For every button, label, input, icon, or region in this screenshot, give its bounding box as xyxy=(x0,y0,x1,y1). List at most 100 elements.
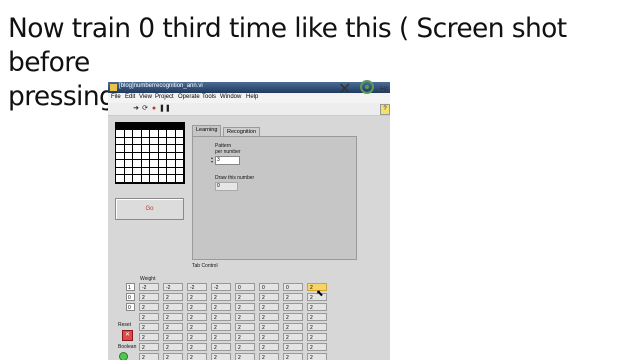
weight-row: 2 2 2 2 2 2 2 2 xyxy=(139,353,329,360)
run-arrow-icon[interactable]: ➜ xyxy=(132,105,140,113)
weight-row: 2 2 2 2 2 2 2 2 xyxy=(139,343,329,353)
weight-cell[interactable]: 2 xyxy=(259,323,279,331)
weight-cell[interactable]: 2 xyxy=(283,293,303,301)
weight-cell[interactable]: 2 xyxy=(235,343,255,351)
weight-cell[interactable]: 2 xyxy=(139,313,159,321)
weight-cell[interactable]: 2 xyxy=(187,313,207,321)
tab-control: Learning Recognition Pattern per number … xyxy=(192,125,357,260)
reset-button[interactable]: ✕ xyxy=(122,330,133,341)
menu-help[interactable]: Help xyxy=(246,94,258,100)
tab-learning-page: Pattern per number ▴ ▾ 3 Draw this number… xyxy=(192,136,357,260)
weight-cell[interactable]: 2 xyxy=(211,333,231,341)
weight-cell[interactable]: 2 xyxy=(211,303,231,311)
weight-cell[interactable]: -2 xyxy=(139,283,159,291)
abort-icon[interactable]: ● xyxy=(150,105,158,113)
weight-cell[interactable]: 2 xyxy=(139,353,159,360)
weight-cell[interactable]: 2 xyxy=(187,343,207,351)
menu-window[interactable]: Window xyxy=(220,94,241,100)
menu-tools[interactable]: Tools xyxy=(202,94,216,100)
reset-label: Reset xyxy=(118,322,132,328)
vi-icon xyxy=(110,84,117,91)
weight-cell[interactable]: 2 xyxy=(235,323,255,331)
boolean-led[interactable] xyxy=(119,352,128,360)
weight-cell[interactable]: 2 xyxy=(163,313,183,321)
weight-cell[interactable]: -2 xyxy=(163,283,183,291)
weight-row: -2 -2 -2 -2 0 0 0 2 xyxy=(139,283,329,293)
weight-col-index[interactable]: 0 xyxy=(126,293,135,301)
menu-operate[interactable]: Operate xyxy=(178,94,200,100)
weight-cell[interactable]: 2 xyxy=(187,353,207,360)
weight-cell[interactable]: 2 xyxy=(307,353,327,360)
weight-cell[interactable]: 2 xyxy=(139,323,159,331)
weight-cell[interactable]: 2 xyxy=(259,293,279,301)
weight-cell[interactable]: 2 xyxy=(163,333,183,341)
weight-cell[interactable]: 2 xyxy=(211,353,231,360)
weight-cell[interactable]: 2 xyxy=(259,343,279,351)
weight-cell[interactable]: 2 xyxy=(163,323,183,331)
run-continuous-icon[interactable]: ⟳ xyxy=(141,105,149,113)
weight-page-index[interactable]: 0 xyxy=(126,303,135,311)
weight-cell[interactable]: 2 xyxy=(187,323,207,331)
weight-cell[interactable]: 2 xyxy=(307,323,327,331)
weight-cell[interactable]: 2 xyxy=(235,353,255,360)
reload-icon[interactable] xyxy=(360,80,374,94)
weight-cell[interactable]: 2 xyxy=(259,353,279,360)
weight-cell[interactable]: 2 xyxy=(235,293,255,301)
weight-cell[interactable]: 2 xyxy=(235,313,255,321)
draw-number-indicator: 0 xyxy=(215,182,238,191)
weight-cell[interactable]: 2 xyxy=(139,293,159,301)
weight-cell[interactable]: 0 xyxy=(259,283,279,291)
weight-cell[interactable]: 2 xyxy=(163,343,183,351)
weight-cell[interactable]: 2 xyxy=(283,353,303,360)
weight-cell[interactable]: 2 xyxy=(187,293,207,301)
weight-cell[interactable]: 0 xyxy=(283,283,303,291)
weight-cell[interactable]: 2 xyxy=(235,303,255,311)
pattern-input[interactable]: 3 xyxy=(215,156,240,165)
help-button[interactable]: ? xyxy=(380,104,390,115)
boolean-label: Boolean xyxy=(118,344,137,350)
weight-cell[interactable]: 2 xyxy=(163,353,183,360)
weight-cell[interactable]: 2 xyxy=(211,313,231,321)
weight-cell[interactable]: 2 xyxy=(283,303,303,311)
weight-cell[interactable]: 0 xyxy=(235,283,255,291)
weight-label: Weight xyxy=(140,276,156,282)
draw-grid[interactable] xyxy=(115,122,185,184)
weight-cell[interactable]: 2 xyxy=(235,333,255,341)
front-panel: Go Learning Recognition Pattern per numb… xyxy=(108,116,390,360)
menu-file[interactable]: File xyxy=(111,94,121,100)
pause-icon[interactable]: ❚❚ xyxy=(159,105,171,113)
weight-cell[interactable]: 2 xyxy=(211,323,231,331)
weight-cell[interactable]: 2 xyxy=(211,343,231,351)
weight-cell[interactable]: 2 xyxy=(163,293,183,301)
weight-cell[interactable]: 2 xyxy=(187,333,207,341)
weight-cell[interactable]: 2 xyxy=(259,313,279,321)
weight-row-index[interactable]: 1 xyxy=(126,283,135,291)
weight-cell[interactable]: 2 xyxy=(283,333,303,341)
weight-row: 2 2 2 2 2 2 2 2 xyxy=(139,333,329,343)
weight-cell[interactable]: -2 xyxy=(187,283,207,291)
weight-cell[interactable]: 2 xyxy=(307,303,327,311)
weight-cell[interactable]: 2 xyxy=(139,303,159,311)
weight-cell[interactable]: 2 xyxy=(211,293,231,301)
weight-cell[interactable]: 2 xyxy=(187,303,207,311)
weight-cell[interactable]: 2 xyxy=(139,333,159,341)
weight-cell[interactable]: -2 xyxy=(211,283,231,291)
weight-cell[interactable]: 2 xyxy=(307,343,327,351)
weight-cell[interactable]: 2 xyxy=(283,343,303,351)
weight-matrix: -2 -2 -2 -2 0 0 0 2 2 2 2 2 2 2 2 2 2 2 … xyxy=(139,283,329,360)
weight-cell[interactable]: 2 xyxy=(307,313,327,321)
weight-cell[interactable]: 2 xyxy=(283,323,303,331)
weight-cell[interactable]: 2 xyxy=(163,303,183,311)
weight-row: 2 2 2 2 2 2 2 2 xyxy=(139,293,329,303)
weight-cell[interactable]: 2 xyxy=(259,303,279,311)
close-icon[interactable]: ✕ xyxy=(338,82,351,98)
weight-cell[interactable]: 2 xyxy=(259,333,279,341)
weight-cell[interactable]: 2 xyxy=(139,343,159,351)
weight-cell[interactable]: 2 xyxy=(307,333,327,341)
menu-view[interactable]: View xyxy=(139,94,152,100)
weight-cell[interactable]: 2 xyxy=(283,313,303,321)
mouse-cursor-icon: ⬉ xyxy=(316,288,324,298)
go-button[interactable]: Go xyxy=(115,198,184,220)
menu-edit[interactable]: Edit xyxy=(125,94,135,100)
menu-project[interactable]: Project xyxy=(155,94,174,100)
